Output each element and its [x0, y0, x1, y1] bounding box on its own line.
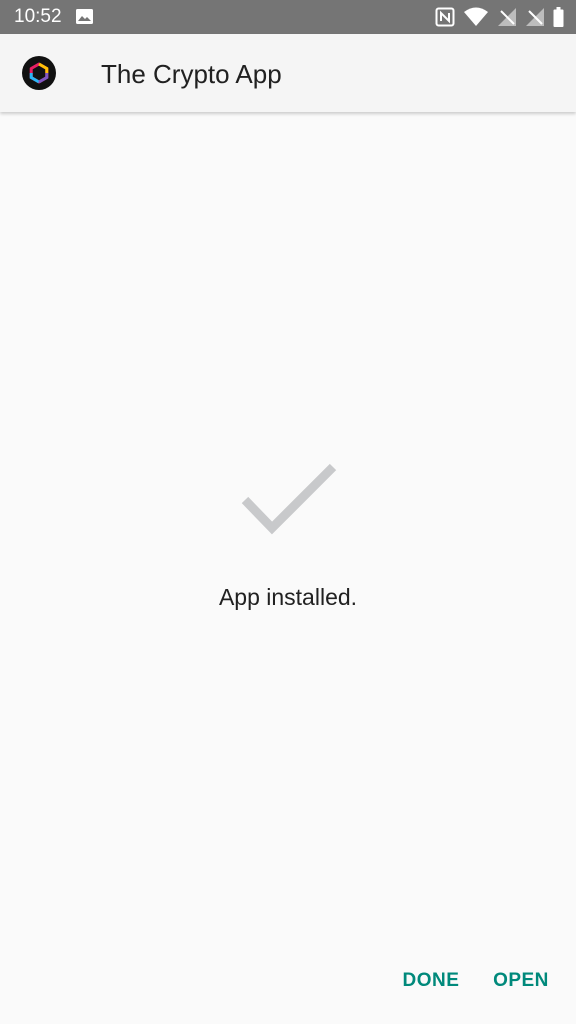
battery-icon [553, 7, 564, 27]
action-bar: DONE OPEN [0, 966, 576, 996]
open-button[interactable]: OPEN [488, 966, 554, 996]
signal-off-icon [498, 8, 516, 26]
signal-off-icon [526, 8, 544, 26]
nfc-icon [435, 7, 455, 27]
status-bar: 10:52 [0, 0, 576, 34]
status-time: 10:52 [14, 6, 62, 27]
checkmark-icon [241, 463, 337, 535]
gallery-icon [76, 9, 93, 24]
done-button[interactable]: DONE [398, 966, 464, 996]
install-status-message: App installed. [218, 584, 358, 610]
app-title: The Crypto App [101, 59, 282, 89]
status-icons [435, 7, 564, 27]
wifi-icon [464, 7, 488, 26]
app-bar: The Crypto App [0, 34, 576, 112]
crypto-app-logo-icon [22, 56, 56, 90]
